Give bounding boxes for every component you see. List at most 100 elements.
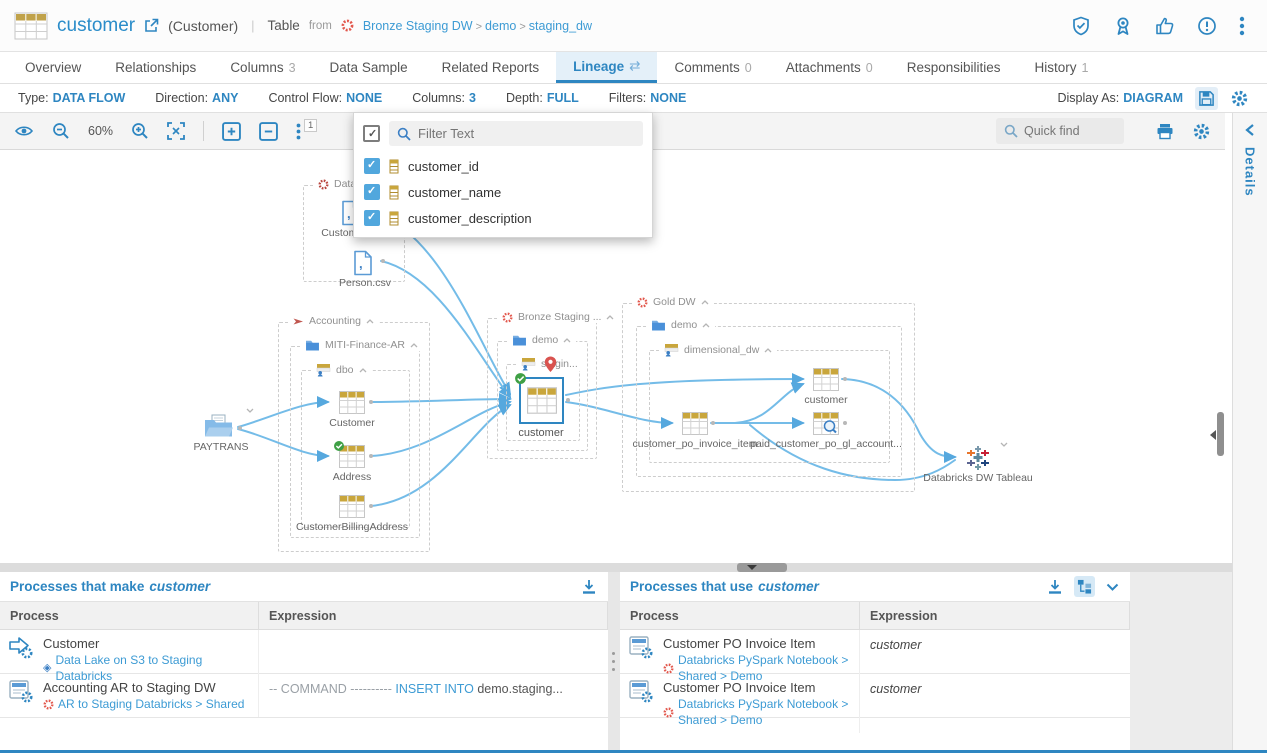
- breadcrumb-link[interactable]: demo: [485, 19, 516, 33]
- overflow-menu-icon[interactable]: 1: [296, 123, 301, 140]
- diagram-settings-gear-icon[interactable]: [1192, 122, 1211, 141]
- shield-check-icon[interactable]: [1071, 16, 1091, 36]
- node-paytrans[interactable]: [204, 414, 234, 438]
- zoom-in-icon[interactable]: [131, 122, 149, 140]
- filter-columns[interactable]: Columns:3: [412, 91, 476, 105]
- quick-find-input[interactable]: [1024, 124, 1114, 138]
- save-icon[interactable]: [1195, 87, 1218, 110]
- tab-columns[interactable]: Columns3: [213, 52, 312, 83]
- more-menu-icon[interactable]: [1239, 16, 1245, 36]
- filter-filters[interactable]: Filters:NONE: [609, 91, 687, 105]
- lineage-tree-icon[interactable]: [1074, 576, 1095, 597]
- details-side-panel[interactable]: Details: [1232, 113, 1267, 753]
- tab-history[interactable]: History1: [1018, 52, 1106, 83]
- process-path-link[interactable]: AR to Staging Databricks > Shared: [58, 696, 244, 712]
- chevron-collapsed-icon[interactable]: [1000, 442, 1008, 447]
- download-icon[interactable]: [580, 578, 598, 596]
- column-header-process: Process: [620, 602, 860, 629]
- group-dimensional-dw-label: dimensional_dw: [659, 343, 777, 357]
- process-path-link[interactable]: Databricks PySpark Notebook > Shared > D…: [678, 696, 851, 728]
- table-row[interactable]: Customer PO Invoice Item Databricks PySp…: [620, 674, 1130, 718]
- thumbs-up-icon[interactable]: [1155, 16, 1175, 36]
- collapse-all-icon[interactable]: [259, 122, 278, 141]
- node-customer-table[interactable]: [339, 391, 365, 414]
- column-option[interactable]: customer_name: [354, 179, 652, 205]
- expression-cell: customer: [860, 674, 1130, 733]
- tab-responsibilities[interactable]: Responsibilities: [890, 52, 1018, 83]
- chevron-collapsed-icon[interactable]: [246, 408, 254, 413]
- location-pin-icon: [544, 356, 557, 373]
- tab-relationships[interactable]: Relationships: [98, 52, 213, 83]
- use-panel-title: Processes that usecustomer: [620, 572, 1130, 602]
- databricks-icon: [341, 19, 354, 32]
- open-external-icon[interactable]: [144, 18, 159, 33]
- filter-depth[interactable]: Depth:FULL: [506, 91, 579, 105]
- expand-all-icon[interactable]: [222, 122, 241, 141]
- column-option[interactable]: customer_id: [354, 153, 652, 179]
- certify-badge-icon[interactable]: [1113, 16, 1133, 36]
- table-row[interactable]: Customer ◈Data Lake on S3 to Staging Dat…: [0, 630, 608, 674]
- chevron-up-icon: [764, 348, 772, 353]
- overflow-badge: 1: [304, 119, 317, 132]
- certified-badge-icon: [333, 440, 345, 452]
- tab-related-reports[interactable]: Related Reports: [425, 52, 557, 83]
- breadcrumb: Bronze Staging DW>demo>staging_dw: [363, 19, 592, 33]
- filter-type[interactable]: Type:DATA FLOW: [18, 91, 125, 105]
- download-icon[interactable]: [1046, 578, 1064, 596]
- issue-alert-icon[interactable]: [1197, 16, 1217, 36]
- display-as[interactable]: Display As:DIAGRAM: [1057, 91, 1183, 105]
- expression-keyword: INSERT INTO: [395, 682, 474, 696]
- print-icon[interactable]: [1156, 123, 1174, 140]
- chevron-left-icon[interactable]: [1244, 123, 1256, 137]
- settings-gear-icon[interactable]: [1230, 89, 1249, 108]
- tab-overview[interactable]: Overview: [8, 52, 98, 83]
- panel-divider[interactable]: [608, 572, 620, 753]
- preview-eye-icon[interactable]: [14, 124, 34, 138]
- checkbox-checked[interactable]: [364, 210, 380, 226]
- asset-header: customer (Customer) | Table from Bronze …: [0, 0, 1267, 52]
- breadcrumb-link[interactable]: staging_dw: [529, 19, 592, 33]
- node-label: paid_customer_po_gl_account...: [741, 438, 911, 450]
- column-filter-search[interactable]: [389, 121, 643, 146]
- breadcrumb-link[interactable]: Bronze Staging DW: [363, 19, 473, 33]
- column-header-expression: Expression: [860, 602, 1130, 629]
- filter-direction[interactable]: Direction:ANY: [155, 91, 238, 105]
- scrollbar-arrow-icon[interactable]: [1210, 430, 1216, 440]
- tab-attachments[interactable]: Attachments0: [769, 52, 890, 83]
- diagram-vertical-scrollbar[interactable]: [1217, 412, 1224, 456]
- tab-data-sample[interactable]: Data Sample: [313, 52, 425, 83]
- page-title: customer: [57, 15, 135, 37]
- splitter-handle[interactable]: [737, 563, 787, 572]
- horizontal-splitter[interactable]: [0, 563, 1232, 572]
- column-option[interactable]: customer_description: [354, 205, 652, 231]
- data-lake-icon: [318, 179, 329, 190]
- node-po-invoice-item-table[interactable]: [682, 412, 708, 435]
- process-arrow-gear-icon: [8, 635, 34, 659]
- expression-value: customer: [870, 638, 921, 652]
- splitter-collapse-icon[interactable]: [747, 565, 757, 570]
- tab-lineage[interactable]: Lineage⇄: [556, 52, 657, 83]
- processes-use-panel: Processes that usecustomer Process Expre…: [620, 572, 1130, 753]
- svg-text:,: ,: [347, 206, 351, 221]
- checkbox-checked[interactable]: [364, 158, 380, 174]
- select-all-checkbox[interactable]: [363, 125, 380, 142]
- filter-control-flow[interactable]: Control Flow:NONE: [268, 91, 382, 105]
- tab-comments[interactable]: Comments0: [657, 52, 768, 83]
- column-filter-input[interactable]: [418, 126, 635, 141]
- node-person-csv[interactable]: ,: [352, 250, 374, 276]
- zoom-out-icon[interactable]: [52, 122, 70, 140]
- checkbox-checked[interactable]: [364, 184, 380, 200]
- node-customerbillingaddress-table[interactable]: [339, 495, 365, 518]
- schema-icon: [664, 343, 679, 357]
- fit-to-screen-icon[interactable]: [167, 122, 185, 140]
- table-row[interactable]: Accounting AR to Staging DW AR to Stagin…: [0, 674, 608, 718]
- node-paid-gl-view[interactable]: [813, 412, 839, 435]
- node-gold-customer-table[interactable]: [813, 368, 839, 391]
- details-tab-label[interactable]: Details: [1243, 147, 1258, 197]
- databricks-icon: [663, 663, 674, 674]
- chevron-up-icon: [606, 315, 614, 320]
- quick-find[interactable]: [996, 118, 1124, 144]
- node-tableau[interactable]: [965, 445, 991, 471]
- chevron-down-icon[interactable]: [1105, 580, 1120, 594]
- table-row[interactable]: Customer PO Invoice Item Databricks PySp…: [620, 630, 1130, 674]
